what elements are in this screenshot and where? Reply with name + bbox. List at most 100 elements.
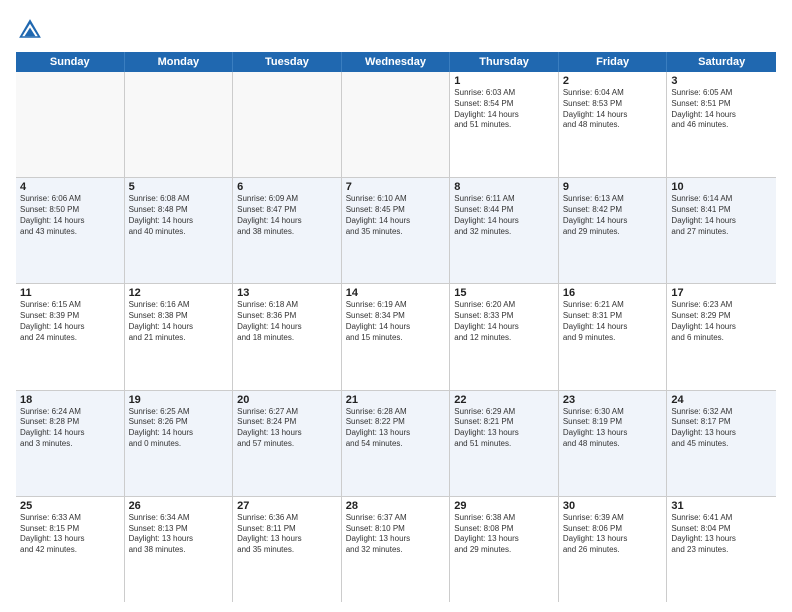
day-number: 6 bbox=[237, 181, 337, 193]
day-info: Sunrise: 6:13 AM Sunset: 8:42 PM Dayligh… bbox=[563, 194, 663, 237]
day-info: Sunrise: 6:05 AM Sunset: 8:51 PM Dayligh… bbox=[671, 88, 772, 131]
calendar-cell: 12Sunrise: 6:16 AM Sunset: 8:38 PM Dayli… bbox=[125, 284, 234, 389]
day-number: 26 bbox=[129, 500, 229, 512]
calendar-cell: 22Sunrise: 6:29 AM Sunset: 8:21 PM Dayli… bbox=[450, 391, 559, 496]
calendar-cell: 20Sunrise: 6:27 AM Sunset: 8:24 PM Dayli… bbox=[233, 391, 342, 496]
day-number: 3 bbox=[671, 75, 772, 87]
day-info: Sunrise: 6:37 AM Sunset: 8:10 PM Dayligh… bbox=[346, 513, 446, 556]
calendar-cell: 8Sunrise: 6:11 AM Sunset: 8:44 PM Daylig… bbox=[450, 178, 559, 283]
day-info: Sunrise: 6:36 AM Sunset: 8:11 PM Dayligh… bbox=[237, 513, 337, 556]
calendar-cell: 26Sunrise: 6:34 AM Sunset: 8:13 PM Dayli… bbox=[125, 497, 234, 602]
day-number: 5 bbox=[129, 181, 229, 193]
calendar-cell: 2Sunrise: 6:04 AM Sunset: 8:53 PM Daylig… bbox=[559, 72, 668, 177]
day-number: 9 bbox=[563, 181, 663, 193]
day-header-friday: Friday bbox=[559, 52, 668, 72]
calendar-cell: 21Sunrise: 6:28 AM Sunset: 8:22 PM Dayli… bbox=[342, 391, 451, 496]
day-info: Sunrise: 6:03 AM Sunset: 8:54 PM Dayligh… bbox=[454, 88, 554, 131]
day-info: Sunrise: 6:27 AM Sunset: 8:24 PM Dayligh… bbox=[237, 407, 337, 450]
calendar-row-2: 4Sunrise: 6:06 AM Sunset: 8:50 PM Daylig… bbox=[16, 178, 776, 284]
day-number: 30 bbox=[563, 500, 663, 512]
day-info: Sunrise: 6:15 AM Sunset: 8:39 PM Dayligh… bbox=[20, 300, 120, 343]
calendar-cell: 24Sunrise: 6:32 AM Sunset: 8:17 PM Dayli… bbox=[667, 391, 776, 496]
calendar-cell: 13Sunrise: 6:18 AM Sunset: 8:36 PM Dayli… bbox=[233, 284, 342, 389]
day-info: Sunrise: 6:38 AM Sunset: 8:08 PM Dayligh… bbox=[454, 513, 554, 556]
day-info: Sunrise: 6:20 AM Sunset: 8:33 PM Dayligh… bbox=[454, 300, 554, 343]
day-header-tuesday: Tuesday bbox=[233, 52, 342, 72]
day-header-saturday: Saturday bbox=[667, 52, 776, 72]
day-number: 29 bbox=[454, 500, 554, 512]
day-number: 27 bbox=[237, 500, 337, 512]
calendar-cell: 14Sunrise: 6:19 AM Sunset: 8:34 PM Dayli… bbox=[342, 284, 451, 389]
calendar-cell: 18Sunrise: 6:24 AM Sunset: 8:28 PM Dayli… bbox=[16, 391, 125, 496]
calendar-cell: 29Sunrise: 6:38 AM Sunset: 8:08 PM Dayli… bbox=[450, 497, 559, 602]
day-info: Sunrise: 6:18 AM Sunset: 8:36 PM Dayligh… bbox=[237, 300, 337, 343]
calendar-cell: 3Sunrise: 6:05 AM Sunset: 8:51 PM Daylig… bbox=[667, 72, 776, 177]
calendar-cell: 19Sunrise: 6:25 AM Sunset: 8:26 PM Dayli… bbox=[125, 391, 234, 496]
calendar-cell bbox=[16, 72, 125, 177]
calendar-cell: 11Sunrise: 6:15 AM Sunset: 8:39 PM Dayli… bbox=[16, 284, 125, 389]
day-info: Sunrise: 6:19 AM Sunset: 8:34 PM Dayligh… bbox=[346, 300, 446, 343]
calendar-cell: 10Sunrise: 6:14 AM Sunset: 8:41 PM Dayli… bbox=[667, 178, 776, 283]
logo bbox=[16, 16, 48, 44]
day-info: Sunrise: 6:30 AM Sunset: 8:19 PM Dayligh… bbox=[563, 407, 663, 450]
day-info: Sunrise: 6:39 AM Sunset: 8:06 PM Dayligh… bbox=[563, 513, 663, 556]
calendar-body: 1Sunrise: 6:03 AM Sunset: 8:54 PM Daylig… bbox=[16, 72, 776, 602]
day-number: 28 bbox=[346, 500, 446, 512]
day-info: Sunrise: 6:28 AM Sunset: 8:22 PM Dayligh… bbox=[346, 407, 446, 450]
day-number: 7 bbox=[346, 181, 446, 193]
day-info: Sunrise: 6:21 AM Sunset: 8:31 PM Dayligh… bbox=[563, 300, 663, 343]
day-info: Sunrise: 6:14 AM Sunset: 8:41 PM Dayligh… bbox=[671, 194, 772, 237]
day-number: 12 bbox=[129, 287, 229, 299]
day-header-wednesday: Wednesday bbox=[342, 52, 451, 72]
day-info: Sunrise: 6:06 AM Sunset: 8:50 PM Dayligh… bbox=[20, 194, 120, 237]
calendar-row-3: 11Sunrise: 6:15 AM Sunset: 8:39 PM Dayli… bbox=[16, 284, 776, 390]
day-number: 25 bbox=[20, 500, 120, 512]
calendar-cell: 7Sunrise: 6:10 AM Sunset: 8:45 PM Daylig… bbox=[342, 178, 451, 283]
day-number: 24 bbox=[671, 394, 772, 406]
day-number: 13 bbox=[237, 287, 337, 299]
day-number: 1 bbox=[454, 75, 554, 87]
calendar-cell bbox=[125, 72, 234, 177]
day-number: 14 bbox=[346, 287, 446, 299]
calendar-cell: 31Sunrise: 6:41 AM Sunset: 8:04 PM Dayli… bbox=[667, 497, 776, 602]
day-header-sunday: Sunday bbox=[16, 52, 125, 72]
day-info: Sunrise: 6:41 AM Sunset: 8:04 PM Dayligh… bbox=[671, 513, 772, 556]
day-info: Sunrise: 6:04 AM Sunset: 8:53 PM Dayligh… bbox=[563, 88, 663, 131]
calendar-row-1: 1Sunrise: 6:03 AM Sunset: 8:54 PM Daylig… bbox=[16, 72, 776, 178]
header bbox=[16, 16, 776, 44]
day-info: Sunrise: 6:16 AM Sunset: 8:38 PM Dayligh… bbox=[129, 300, 229, 343]
calendar-row-5: 25Sunrise: 6:33 AM Sunset: 8:15 PM Dayli… bbox=[16, 497, 776, 602]
calendar-cell: 30Sunrise: 6:39 AM Sunset: 8:06 PM Dayli… bbox=[559, 497, 668, 602]
day-info: Sunrise: 6:10 AM Sunset: 8:45 PM Dayligh… bbox=[346, 194, 446, 237]
day-number: 10 bbox=[671, 181, 772, 193]
calendar-cell bbox=[342, 72, 451, 177]
day-info: Sunrise: 6:25 AM Sunset: 8:26 PM Dayligh… bbox=[129, 407, 229, 450]
calendar-cell: 16Sunrise: 6:21 AM Sunset: 8:31 PM Dayli… bbox=[559, 284, 668, 389]
day-number: 19 bbox=[129, 394, 229, 406]
day-info: Sunrise: 6:29 AM Sunset: 8:21 PM Dayligh… bbox=[454, 407, 554, 450]
day-number: 2 bbox=[563, 75, 663, 87]
calendar-cell: 28Sunrise: 6:37 AM Sunset: 8:10 PM Dayli… bbox=[342, 497, 451, 602]
page: SundayMondayTuesdayWednesdayThursdayFrid… bbox=[0, 0, 792, 612]
day-header-thursday: Thursday bbox=[450, 52, 559, 72]
day-number: 21 bbox=[346, 394, 446, 406]
day-number: 20 bbox=[237, 394, 337, 406]
day-info: Sunrise: 6:23 AM Sunset: 8:29 PM Dayligh… bbox=[671, 300, 772, 343]
day-info: Sunrise: 6:33 AM Sunset: 8:15 PM Dayligh… bbox=[20, 513, 120, 556]
calendar-cell: 17Sunrise: 6:23 AM Sunset: 8:29 PM Dayli… bbox=[667, 284, 776, 389]
calendar-row-4: 18Sunrise: 6:24 AM Sunset: 8:28 PM Dayli… bbox=[16, 391, 776, 497]
day-number: 31 bbox=[671, 500, 772, 512]
calendar-cell: 15Sunrise: 6:20 AM Sunset: 8:33 PM Dayli… bbox=[450, 284, 559, 389]
calendar-cell: 23Sunrise: 6:30 AM Sunset: 8:19 PM Dayli… bbox=[559, 391, 668, 496]
calendar: SundayMondayTuesdayWednesdayThursdayFrid… bbox=[16, 52, 776, 602]
calendar-cell: 5Sunrise: 6:08 AM Sunset: 8:48 PM Daylig… bbox=[125, 178, 234, 283]
day-info: Sunrise: 6:08 AM Sunset: 8:48 PM Dayligh… bbox=[129, 194, 229, 237]
day-number: 16 bbox=[563, 287, 663, 299]
day-info: Sunrise: 6:11 AM Sunset: 8:44 PM Dayligh… bbox=[454, 194, 554, 237]
day-number: 17 bbox=[671, 287, 772, 299]
day-info: Sunrise: 6:24 AM Sunset: 8:28 PM Dayligh… bbox=[20, 407, 120, 450]
calendar-cell: 9Sunrise: 6:13 AM Sunset: 8:42 PM Daylig… bbox=[559, 178, 668, 283]
calendar-cell bbox=[233, 72, 342, 177]
day-number: 15 bbox=[454, 287, 554, 299]
day-info: Sunrise: 6:34 AM Sunset: 8:13 PM Dayligh… bbox=[129, 513, 229, 556]
